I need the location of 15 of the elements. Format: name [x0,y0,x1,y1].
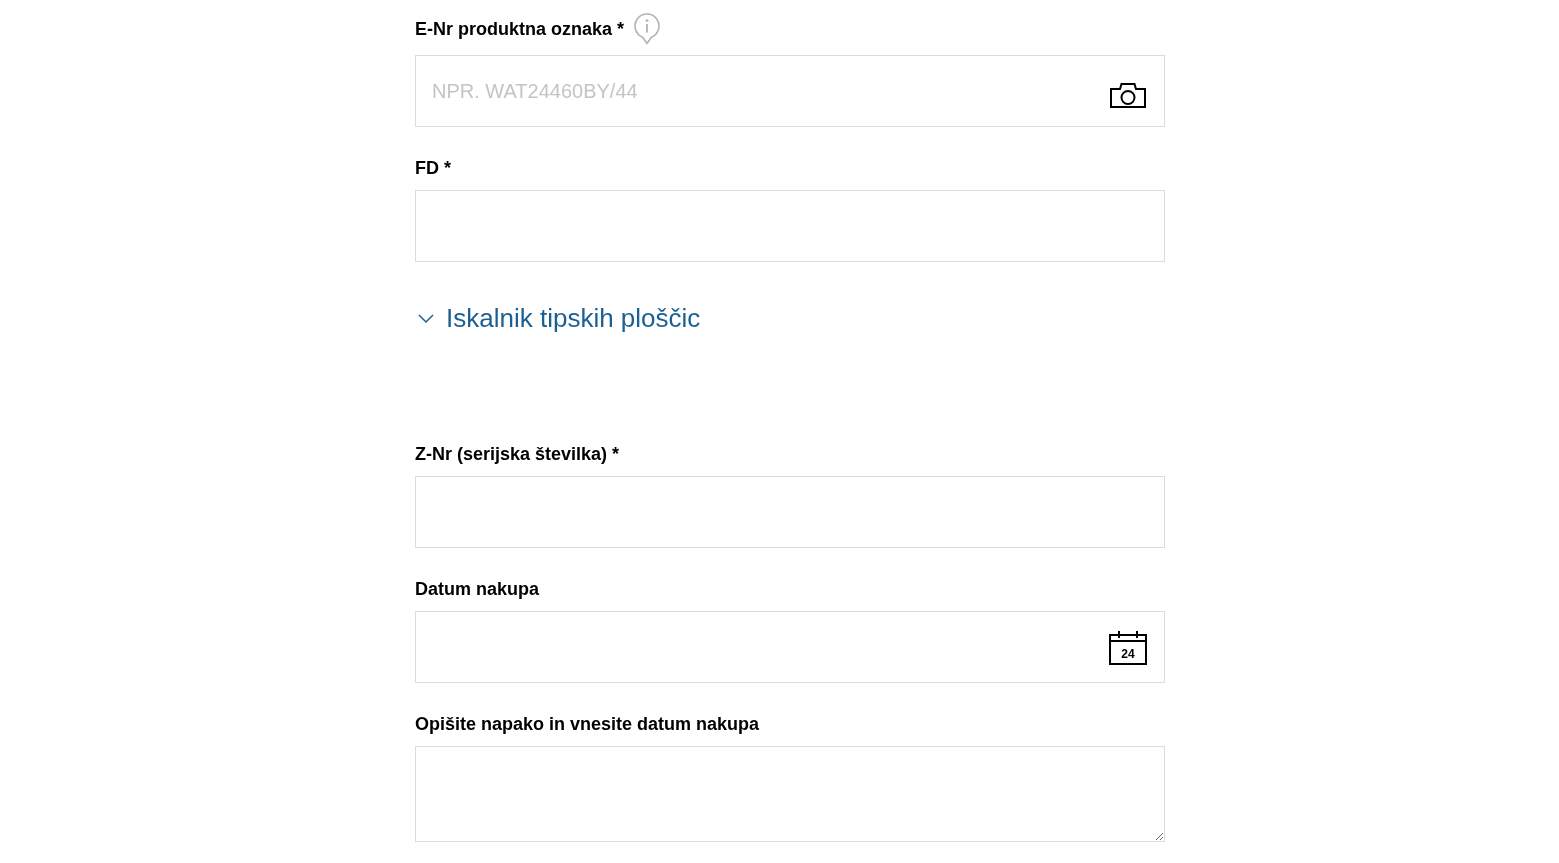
chevron-down-icon [418,314,434,324]
info-icon[interactable] [634,13,661,45]
field-label: Z-Nr (serijska številka) * [415,443,620,466]
expander-link[interactable]: Iskalnik tipskih ploščic [415,302,701,334]
input-field[interactable]: NPR. WAT24460BY/44 [415,55,1165,127]
field-label: Opišite napako in vnesite datum nakupa [415,713,760,736]
input-field[interactable] [415,190,1165,262]
input-field[interactable] [415,476,1165,548]
textarea-field[interactable] [415,746,1165,842]
camera-icon[interactable] [1110,82,1146,108]
calendar-icon[interactable]: 24 [1109,631,1147,665]
field-label: FD * [415,157,451,180]
field-label: Datum nakupa [415,578,540,601]
field-label: E-Nr produktna oznaka * [415,18,625,41]
date-field[interactable] [415,611,1165,683]
